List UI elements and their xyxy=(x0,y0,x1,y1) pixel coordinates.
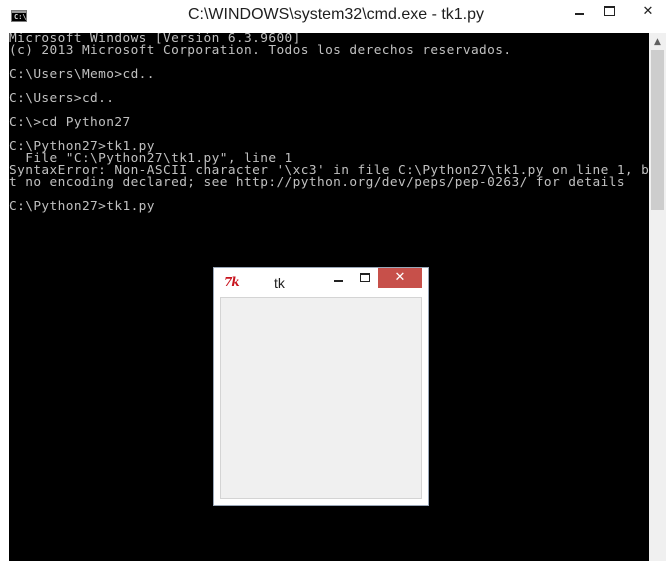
tk-close-button[interactable]: ✕ xyxy=(378,268,422,288)
console-line: C:\Python27>tk1.py xyxy=(9,199,155,214)
scroll-up-button[interactable]: ▲ xyxy=(649,33,666,50)
minimize-icon xyxy=(333,280,343,282)
console-line: t no encoding declared; see http://pytho… xyxy=(9,175,625,190)
tk-maximize-button[interactable] xyxy=(352,268,378,290)
close-icon: ✕ xyxy=(642,3,654,19)
cmd-titlebar[interactable]: C:\ C:\WINDOWS\system32\cmd.exe - tk1.py… xyxy=(0,0,672,33)
cmd-window-controls: ✕ xyxy=(564,0,672,22)
tk-client-area xyxy=(220,297,422,499)
console-line: (c) 2013 Microsoft Corporation. Todos lo… xyxy=(9,43,512,58)
tk-window-title: tk xyxy=(274,275,285,291)
minimize-icon xyxy=(574,13,584,15)
tk-feather-icon[interactable]: 7k xyxy=(224,275,240,289)
chevron-up-icon: ▲ xyxy=(654,36,661,47)
maximize-icon xyxy=(360,272,370,282)
console-line: C:\Users\Memo>cd.. xyxy=(9,67,155,82)
tk-window: 7k tk ✕ xyxy=(213,267,429,506)
scroll-thumb[interactable] xyxy=(651,50,664,210)
maximize-icon xyxy=(603,6,615,16)
close-icon: ✕ xyxy=(394,270,406,285)
console-line: C:\>cd Python27 xyxy=(9,115,131,130)
console-text: Microsoft Windows [Versión 6.3.9600] (c) … xyxy=(9,33,649,213)
console-line: C:\Users>cd.. xyxy=(9,91,115,106)
console-scrollbar[interactable]: ▲ xyxy=(649,33,666,561)
cmd-minimize-button[interactable] xyxy=(564,0,594,22)
tk-titlebar[interactable]: 7k tk ✕ xyxy=(214,268,428,296)
cmd-maximize-button[interactable] xyxy=(594,0,624,22)
cmd-close-button[interactable]: ✕ xyxy=(624,0,672,22)
tk-minimize-button[interactable] xyxy=(325,268,351,290)
